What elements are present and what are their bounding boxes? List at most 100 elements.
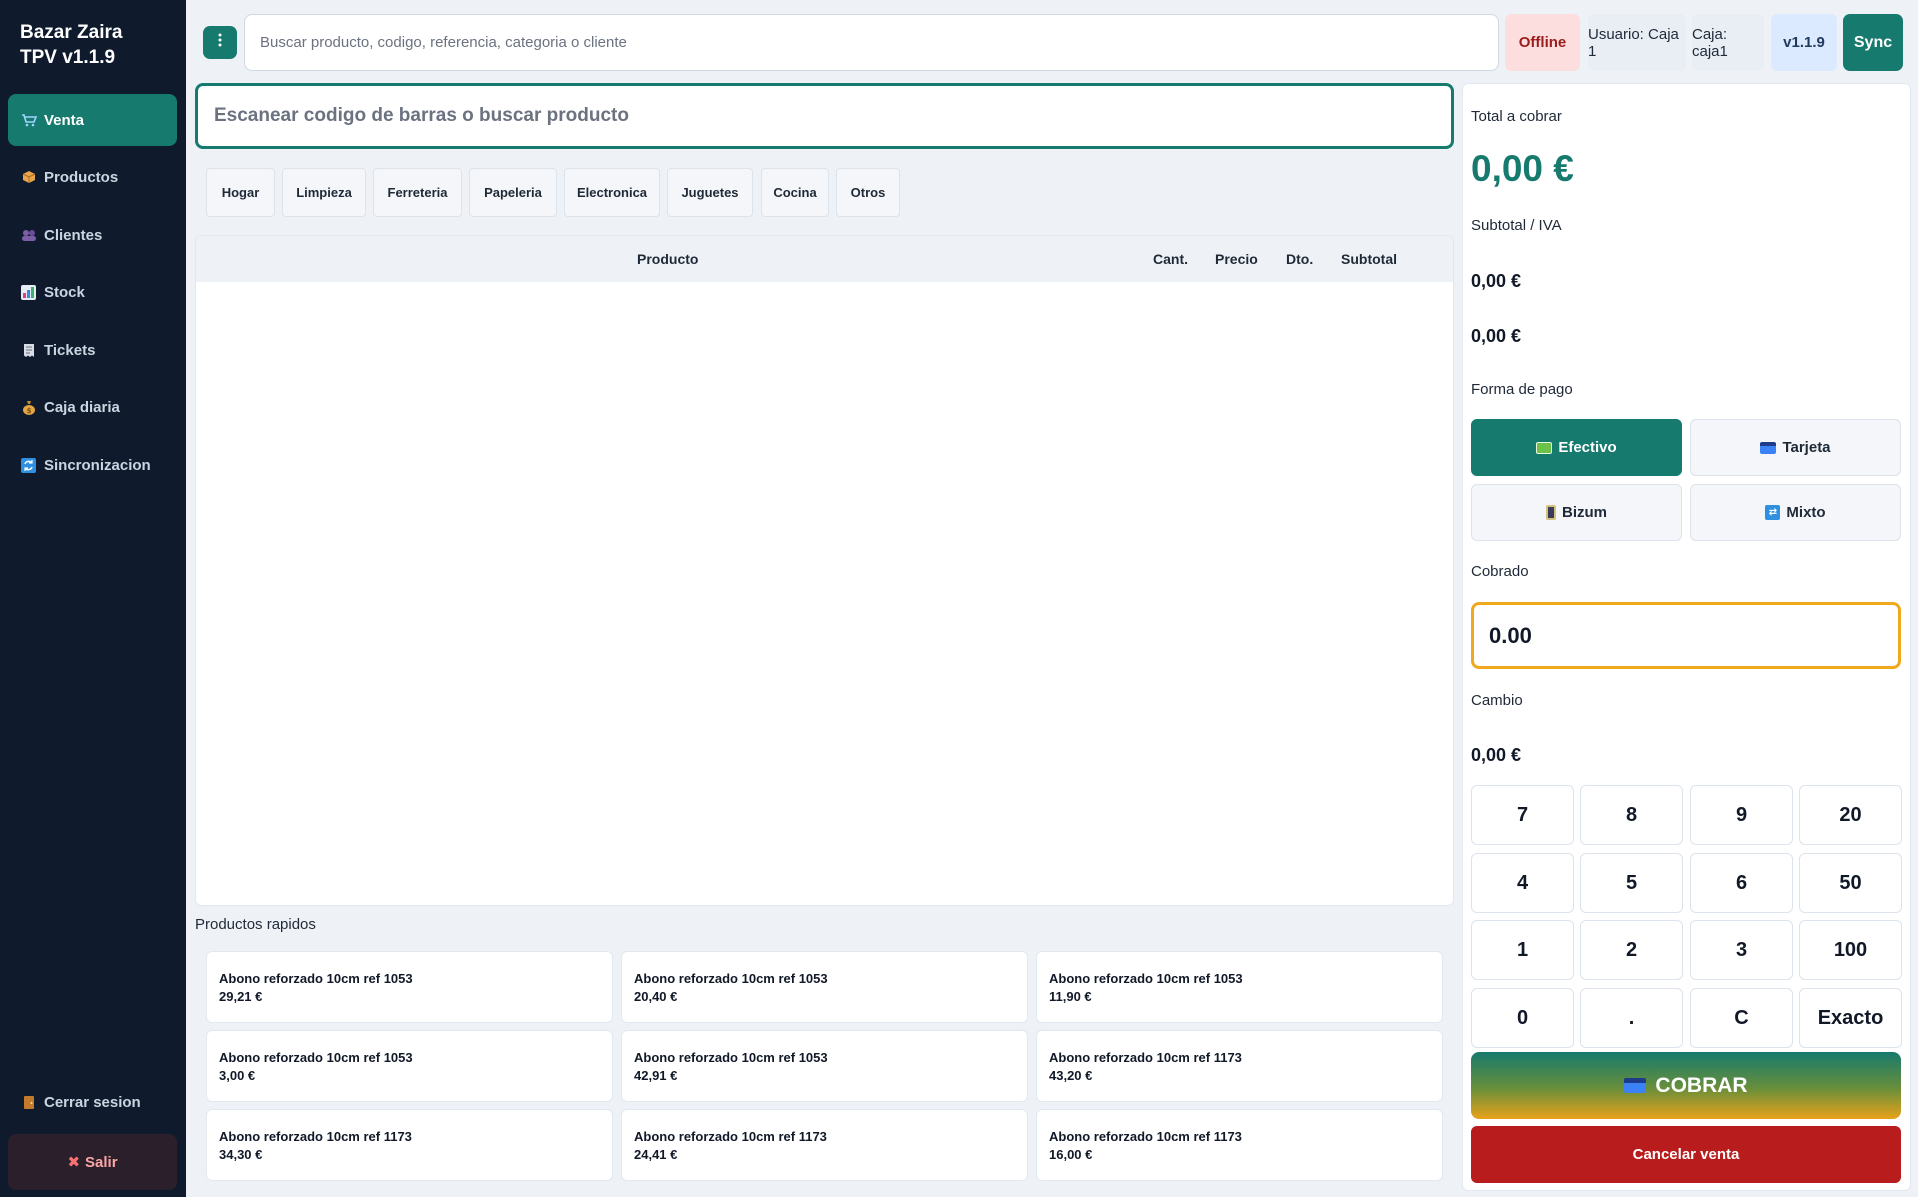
amount-received-input[interactable]	[1471, 602, 1901, 669]
pay-bizum-button[interactable]: Bizum	[1471, 484, 1682, 541]
global-search-input[interactable]	[244, 14, 1499, 71]
keypad-9[interactable]: 9	[1690, 785, 1793, 845]
sidebar-item-sincronizacion[interactable]: Sincronizacion	[8, 439, 177, 491]
column-cantidad: Cant.	[1153, 251, 1188, 267]
keypad-100[interactable]: 100	[1799, 920, 1902, 980]
keypad-clear[interactable]: C	[1690, 988, 1793, 1048]
sidebar-item-stock[interactable]: Stock	[8, 266, 177, 318]
keypad-20[interactable]: 20	[1799, 785, 1902, 845]
quick-product-card[interactable]: Abono reforzado 10cm ref 1053 11,90 €	[1036, 951, 1443, 1023]
svg-text:$: $	[26, 407, 31, 415]
charge-label: COBRAR	[1655, 1073, 1748, 1097]
pay-method-label: Tarjeta	[1782, 439, 1831, 456]
menu-button[interactable]	[203, 26, 237, 59]
sidebar: Bazar Zaira TPV v1.1.9 Venta Productos C…	[0, 0, 186, 1197]
brand: Bazar Zaira TPV v1.1.9	[20, 20, 180, 70]
keypad-1[interactable]: 1	[1471, 920, 1574, 980]
column-subtotal: Subtotal	[1341, 251, 1397, 267]
pay-mixed-button[interactable]: ⇄ Mixto	[1690, 484, 1901, 541]
sidebar-item-productos[interactable]: Productos	[8, 151, 177, 203]
keypad-2[interactable]: 2	[1580, 920, 1683, 980]
quick-product-price: 16,00 €	[1049, 1147, 1093, 1162]
quick-product-card[interactable]: Abono reforzado 10cm ref 1053 3,00 €	[206, 1030, 613, 1102]
sidebar-item-label: Productos	[44, 168, 119, 186]
category-cocina[interactable]: Cocina	[761, 168, 829, 217]
quick-product-name: Abono reforzado 10cm ref 1053	[634, 971, 828, 986]
keypad-6[interactable]: 6	[1690, 853, 1793, 913]
subtotal-amount: 0,00 €	[1471, 271, 1522, 291]
charge-button[interactable]: COBRAR	[1471, 1052, 1901, 1119]
sidebar-item-clientes[interactable]: Clientes	[8, 209, 177, 261]
pay-method-label: Efectivo	[1558, 439, 1617, 456]
sync-button[interactable]: Sync	[1843, 14, 1903, 71]
quick-product-price: 42,91 €	[634, 1068, 678, 1083]
keypad-7[interactable]: 7	[1471, 785, 1574, 845]
sidebar-item-venta[interactable]: Venta	[8, 94, 177, 146]
category-hogar[interactable]: Hogar	[206, 168, 275, 217]
cambio-label: Cambio	[1471, 692, 1523, 709]
keypad-5[interactable]: 5	[1580, 853, 1683, 913]
connection-status-badge: Offline	[1505, 14, 1580, 71]
money-bag-icon: $	[20, 399, 37, 416]
subtotal-label: Subtotal / IVA	[1471, 217, 1562, 234]
sidebar-item-tickets[interactable]: Tickets	[8, 324, 177, 376]
pay-method-label: Mixto	[1786, 504, 1826, 521]
ticket-table: Producto Cant. Precio Dto. Subtotal	[195, 235, 1454, 906]
brand-name: Bazar Zaira	[20, 22, 123, 43]
keypad-0[interactable]: 0	[1471, 988, 1574, 1048]
keypad-decimal[interactable]: .	[1580, 988, 1683, 1048]
sidebar-item-label: Venta	[44, 111, 85, 129]
keypad-exact[interactable]: Exacto	[1799, 988, 1902, 1048]
logout-button[interactable]: Cerrar sesion	[8, 1076, 177, 1128]
category-electronica[interactable]: Electronica	[564, 168, 660, 217]
column-precio: Precio	[1215, 251, 1258, 267]
category-papeleria[interactable]: Papeleria	[469, 168, 557, 217]
version-badge: v1.1.9	[1771, 14, 1837, 71]
vertical-dots-icon	[217, 33, 223, 52]
total-label: Total a cobrar	[1471, 108, 1562, 125]
quick-product-name: Abono reforzado 10cm ref 1173	[219, 1129, 412, 1144]
category-ferreteria[interactable]: Ferreteria	[373, 168, 462, 217]
category-juguetes[interactable]: Juguetes	[667, 168, 753, 217]
total-amount: 0,00 €	[1471, 148, 1574, 189]
sidebar-item-label: Caja diaria	[44, 398, 120, 416]
quick-product-card[interactable]: Abono reforzado 10cm ref 1173 16,00 €	[1036, 1109, 1443, 1181]
cash-icon	[1536, 441, 1553, 454]
door-icon	[20, 1094, 37, 1111]
exit-button[interactable]: ✖ Salir	[8, 1134, 177, 1190]
sidebar-item-caja-diaria[interactable]: $ Caja diaria	[8, 381, 177, 433]
keypad-3[interactable]: 3	[1690, 920, 1793, 980]
quick-product-card[interactable]: Abono reforzado 10cm ref 1173 24,41 €	[621, 1109, 1028, 1181]
quick-product-card[interactable]: Abono reforzado 10cm ref 1053 29,21 €	[206, 951, 613, 1023]
card-icon	[1624, 1078, 1647, 1093]
register-badge: Caja: caja1	[1692, 14, 1764, 71]
cart-icon	[20, 112, 37, 129]
keypad-50[interactable]: 50	[1799, 853, 1902, 913]
pay-card-button[interactable]: Tarjeta	[1690, 419, 1901, 476]
change-amount: 0,00 €	[1471, 745, 1522, 765]
category-limpieza[interactable]: Limpieza	[282, 168, 366, 217]
quick-product-card[interactable]: Abono reforzado 10cm ref 1173 34,30 €	[206, 1109, 613, 1181]
quick-product-price: 34,30 €	[219, 1147, 263, 1162]
quick-product-price: 24,41 €	[634, 1147, 678, 1162]
pay-cash-button[interactable]: Efectivo	[1471, 419, 1682, 476]
quick-product-card[interactable]: Abono reforzado 10cm ref 1053 42,91 €	[621, 1030, 1028, 1102]
ticket-table-header: Producto Cant. Precio Dto. Subtotal	[196, 236, 1453, 282]
keypad-4[interactable]: 4	[1471, 853, 1574, 913]
close-icon: ✖	[67, 1154, 81, 1171]
sidebar-item-label: Sincronizacion	[44, 456, 151, 474]
iva-amount: 0,00 €	[1471, 326, 1522, 346]
quick-product-card[interactable]: Abono reforzado 10cm ref 1173 43,20 €	[1036, 1030, 1443, 1102]
quick-product-name: Abono reforzado 10cm ref 1053	[1049, 971, 1243, 986]
cancel-sale-button[interactable]: Cancelar venta	[1471, 1126, 1901, 1183]
barcode-scan-input[interactable]	[195, 83, 1454, 149]
quick-product-card[interactable]: Abono reforzado 10cm ref 1053 20,40 €	[621, 951, 1028, 1023]
quick-product-name: Abono reforzado 10cm ref 1053	[634, 1050, 828, 1065]
quick-product-price: 29,21 €	[219, 989, 263, 1004]
logout-label: Cerrar sesion	[44, 1093, 141, 1111]
sync-icon	[20, 457, 37, 474]
sidebar-item-label: Clientes	[44, 226, 103, 244]
keypad-8[interactable]: 8	[1580, 785, 1683, 845]
category-otros[interactable]: Otros	[836, 168, 900, 217]
quick-product-price: 11,90 €	[1049, 989, 1092, 1004]
